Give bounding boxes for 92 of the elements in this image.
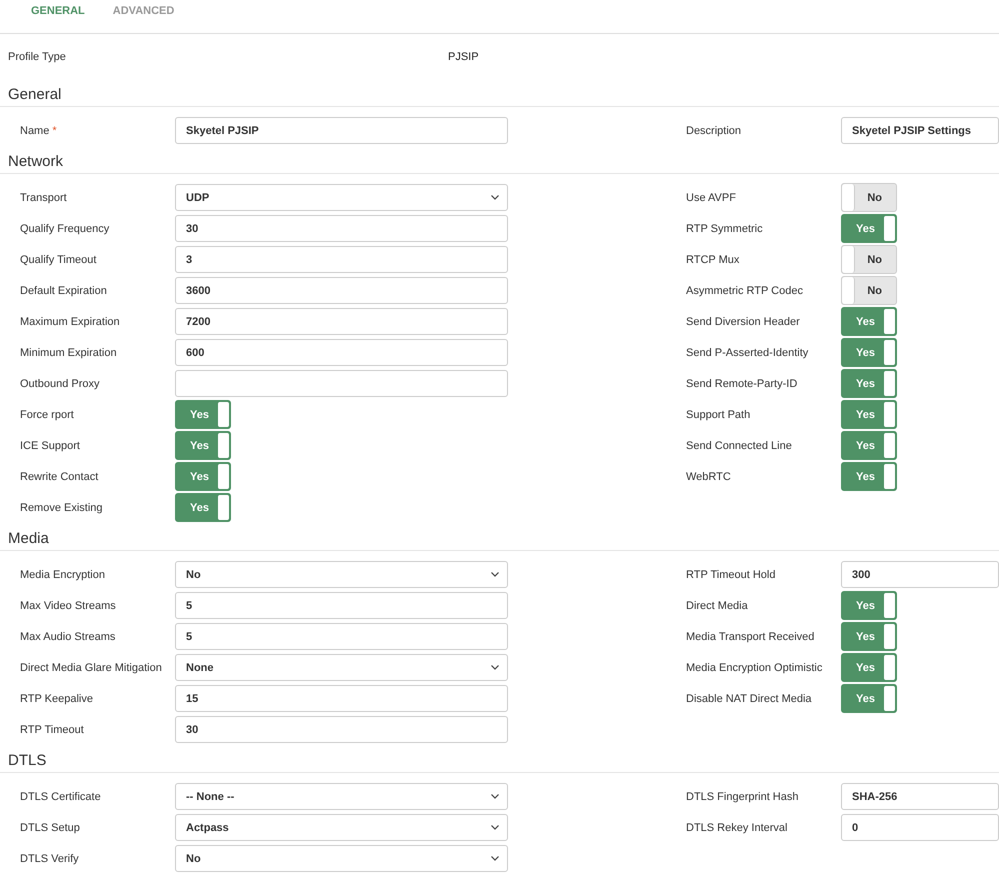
chevron-down-icon: [491, 665, 499, 670]
toggle-switch[interactable]: Yes: [841, 622, 897, 651]
toggle-switch[interactable]: Yes: [841, 431, 897, 460]
chevron-down-icon: [491, 794, 499, 799]
field-label: DTLS Certificate: [20, 790, 101, 802]
field-label: DTLS Fingerprint Hash: [686, 790, 798, 802]
chevron-down-icon: [491, 572, 499, 577]
input-field[interactable]: [175, 370, 508, 397]
chevron-down-icon: [491, 195, 499, 200]
field-label: Description: [686, 124, 742, 136]
input-field[interactable]: Skyetel PJSIP Settings: [841, 117, 999, 144]
field-label: Media Encryption Optimistic: [686, 662, 822, 674]
toggle-switch[interactable]: No: [841, 276, 897, 305]
toggle-switch[interactable]: No: [841, 183, 897, 212]
field-label: ICE Support: [20, 440, 80, 452]
field-label: Direct Media: [686, 600, 748, 612]
field-label: Max Video Streams: [20, 600, 116, 612]
toggle-switch[interactable]: Yes: [841, 338, 897, 367]
field-label: Media Transport Received: [686, 630, 814, 642]
input-field[interactable]: 15: [175, 685, 508, 712]
field-label: Send Remote-Party-ID: [686, 378, 798, 390]
required-asterisk: *: [52, 124, 57, 136]
field-label: Qualify Timeout: [20, 254, 96, 266]
chevron-down-icon: [491, 825, 499, 830]
field-label: RTP Symmetric: [686, 222, 763, 234]
field-label: DTLS Verify: [20, 852, 79, 864]
toggle-switch[interactable]: Yes: [841, 591, 897, 620]
input-field[interactable]: 3: [175, 246, 508, 273]
toggle-switch[interactable]: No: [841, 245, 897, 274]
field-label: Send P-Asserted-Identity: [686, 346, 808, 358]
toggle-switch[interactable]: Yes: [841, 462, 897, 491]
field-label: Outbound Proxy: [20, 378, 100, 390]
toggle-switch[interactable]: Yes: [841, 400, 897, 429]
field-label: Disable NAT Direct Media: [686, 692, 812, 704]
toggle-switch[interactable]: Yes: [841, 214, 897, 243]
field-label: Asymmetric RTP Codec: [686, 284, 803, 296]
field-label: WebRTC: [686, 470, 731, 482]
field-label: Name: [20, 124, 50, 136]
field-label: Send Diversion Header: [686, 316, 800, 328]
input-field[interactable]: 5: [175, 592, 508, 619]
input-field[interactable]: 300: [841, 561, 999, 588]
field-label: Rewrite Contact: [20, 470, 98, 482]
field-label: Profile Type: [8, 51, 66, 63]
field-label: Direct Media Glare Mitigation: [20, 662, 162, 674]
field-label: Maximum Expiration: [20, 316, 120, 328]
input-field[interactable]: 5: [175, 623, 508, 650]
field-value: PJSIP: [448, 50, 479, 64]
field-label: RTP Keepalive: [20, 692, 93, 704]
input-field[interactable]: SHA-256: [841, 783, 999, 810]
field-label: Minimum Expiration: [20, 346, 117, 358]
toggle-switch[interactable]: Yes: [841, 369, 897, 398]
input-field[interactable]: 600: [175, 339, 508, 366]
chevron-down-icon: [491, 856, 499, 861]
field-label: Force rport: [20, 408, 74, 420]
field-label: Qualify Frequency: [20, 222, 110, 234]
input-field[interactable]: Skyetel PJSIP: [175, 117, 508, 144]
field-label: Max Audio Streams: [20, 630, 116, 642]
toggle-switch[interactable]: Yes: [841, 653, 897, 682]
field-label: DTLS Setup: [20, 822, 80, 834]
input-field[interactable]: 30: [175, 716, 508, 743]
input-field[interactable]: 30: [175, 215, 508, 242]
select-field[interactable]: UDP: [175, 184, 508, 211]
toggle-switch[interactable]: Yes: [841, 307, 897, 336]
select-field[interactable]: Actpass: [175, 814, 508, 841]
toggle-switch[interactable]: Yes: [175, 400, 231, 429]
section-heading: Network: [8, 153, 64, 170]
toggle-switch[interactable]: Yes: [175, 493, 231, 522]
tab[interactable]: GENERAL: [31, 0, 85, 33]
field-label: RTP Timeout Hold: [686, 568, 776, 580]
field-label: Use AVPF: [686, 192, 736, 204]
input-field[interactable]: 7200: [175, 308, 508, 335]
field-label: Media Encryption: [20, 568, 105, 580]
toggle-switch[interactable]: Yes: [175, 462, 231, 491]
field-label: RTCP Mux: [686, 254, 740, 266]
section-heading: General: [8, 86, 62, 103]
input-field[interactable]: 0: [841, 814, 999, 841]
toggle-switch[interactable]: Yes: [175, 431, 231, 460]
section-heading: DTLS: [8, 752, 46, 769]
field-label: RTP Timeout: [20, 724, 84, 736]
select-field[interactable]: None: [175, 654, 508, 681]
input-field[interactable]: 3600: [175, 277, 508, 304]
field-label: Send Connected Line: [686, 440, 792, 452]
field-label: Default Expiration: [20, 284, 107, 296]
field-label: Support Path: [686, 408, 750, 420]
field-label: Remove Existing: [20, 502, 103, 514]
select-field[interactable]: No: [175, 561, 508, 588]
select-field[interactable]: No: [175, 845, 508, 872]
field-label: Transport: [20, 192, 67, 204]
select-field[interactable]: -- None --: [175, 783, 508, 810]
field-label: DTLS Rekey Interval: [686, 822, 788, 834]
section-heading: Media: [8, 530, 49, 547]
toggle-switch[interactable]: Yes: [841, 684, 897, 713]
